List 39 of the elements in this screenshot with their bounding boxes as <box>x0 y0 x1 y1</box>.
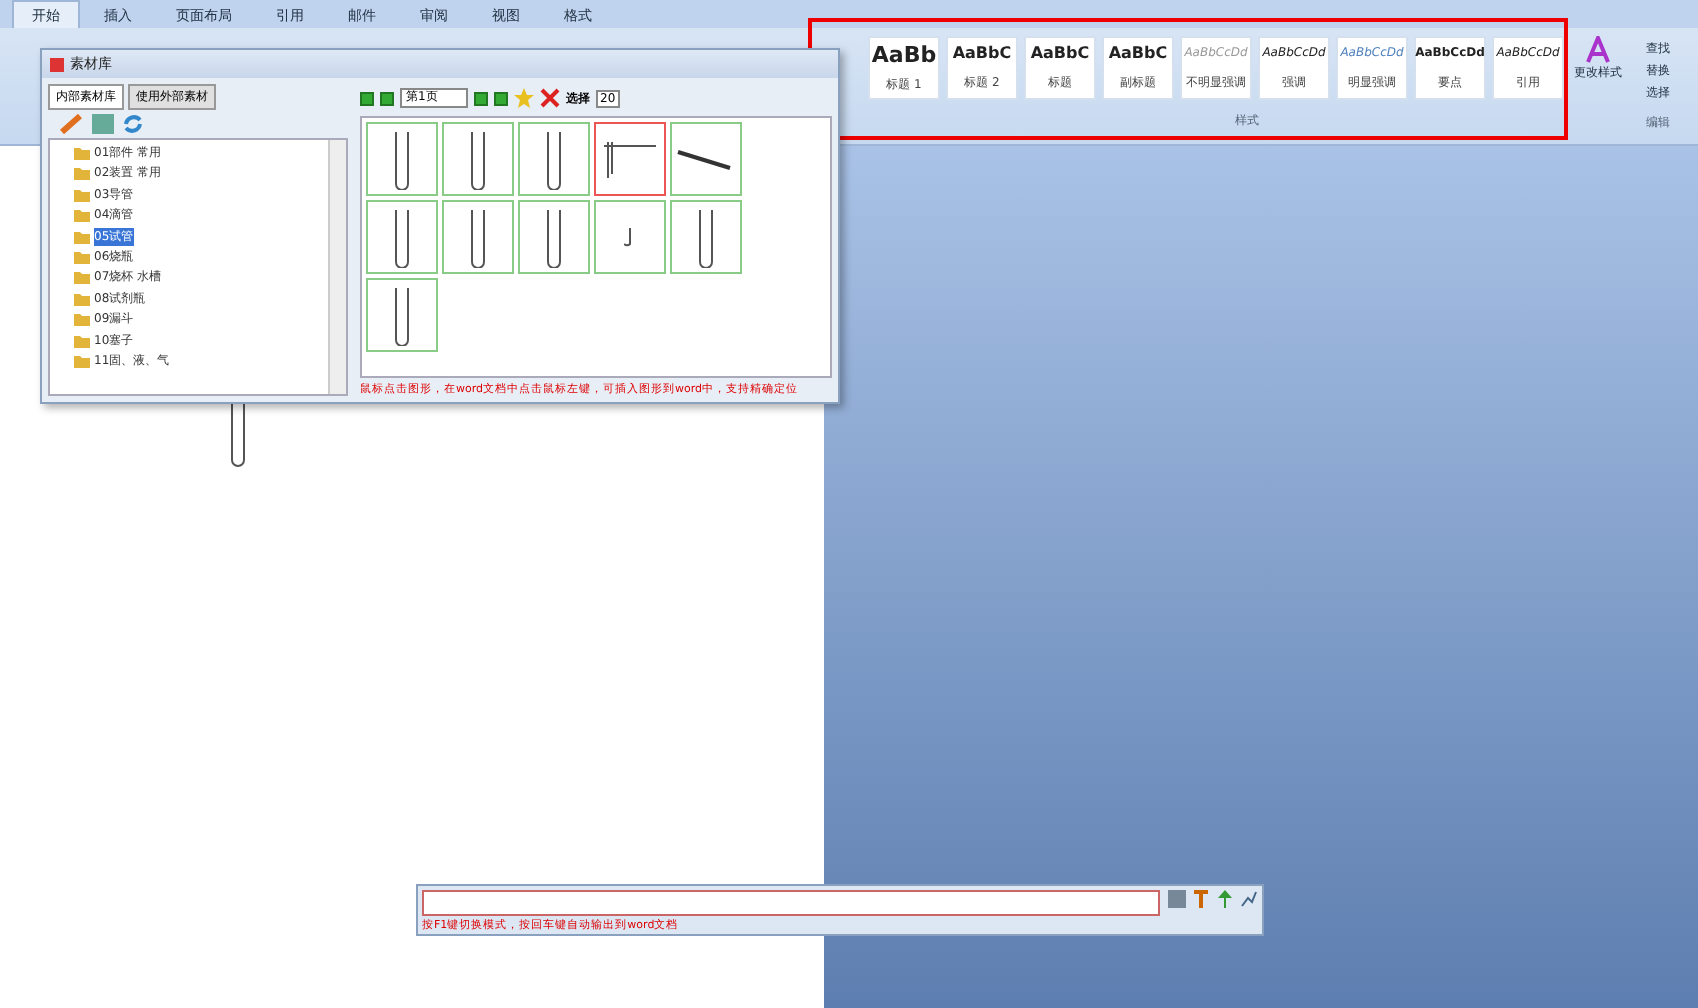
thumbnail[interactable] <box>366 278 438 352</box>
thumbnail[interactable] <box>366 200 438 274</box>
thumbnail[interactable] <box>442 200 514 274</box>
test-tube-drawing <box>394 285 410 345</box>
refresh-icon[interactable] <box>122 114 144 134</box>
test-tube-drawing <box>546 207 562 267</box>
test-tube-drawing <box>546 129 562 189</box>
input-field[interactable] <box>422 890 1160 916</box>
text-icon[interactable] <box>1192 890 1210 908</box>
style-sample: AaBbC <box>952 44 1012 62</box>
style-sample: AaBb <box>871 42 937 68</box>
next-page-button[interactable] <box>474 91 488 105</box>
test-tube-drawing <box>394 129 410 189</box>
arrow-icon[interactable] <box>1216 890 1234 908</box>
style-sample: AaBbC <box>1108 44 1168 62</box>
thumbnail[interactable] <box>670 200 742 274</box>
app-icon <box>50 57 64 71</box>
pencil-icon[interactable] <box>60 114 84 134</box>
thumbnail[interactable] <box>594 122 666 196</box>
test-tube-drawing <box>470 207 486 267</box>
delete-icon[interactable] <box>540 88 560 108</box>
thumbnail[interactable] <box>594 200 666 274</box>
last-page-button[interactable] <box>494 91 508 105</box>
chart-icon[interactable] <box>1240 890 1258 908</box>
test-tube-drawing <box>698 207 714 267</box>
style-sample: AaBbC <box>1030 44 1090 62</box>
star-icon[interactable] <box>514 88 534 108</box>
thumbnail[interactable] <box>366 122 438 196</box>
first-page-button[interactable] <box>360 91 374 105</box>
test-tube-drawing <box>394 207 410 267</box>
thumbnail[interactable] <box>518 200 590 274</box>
hook-drawing <box>624 225 636 249</box>
prev-page-button[interactable] <box>380 91 394 105</box>
thumbnail[interactable] <box>518 122 590 196</box>
test-tube-clamp-drawing <box>600 139 660 179</box>
font-style-icon <box>1584 36 1612 64</box>
thumbnail[interactable] <box>442 122 514 196</box>
test-tube-drawing <box>470 129 486 189</box>
scrollbar[interactable] <box>328 140 346 394</box>
